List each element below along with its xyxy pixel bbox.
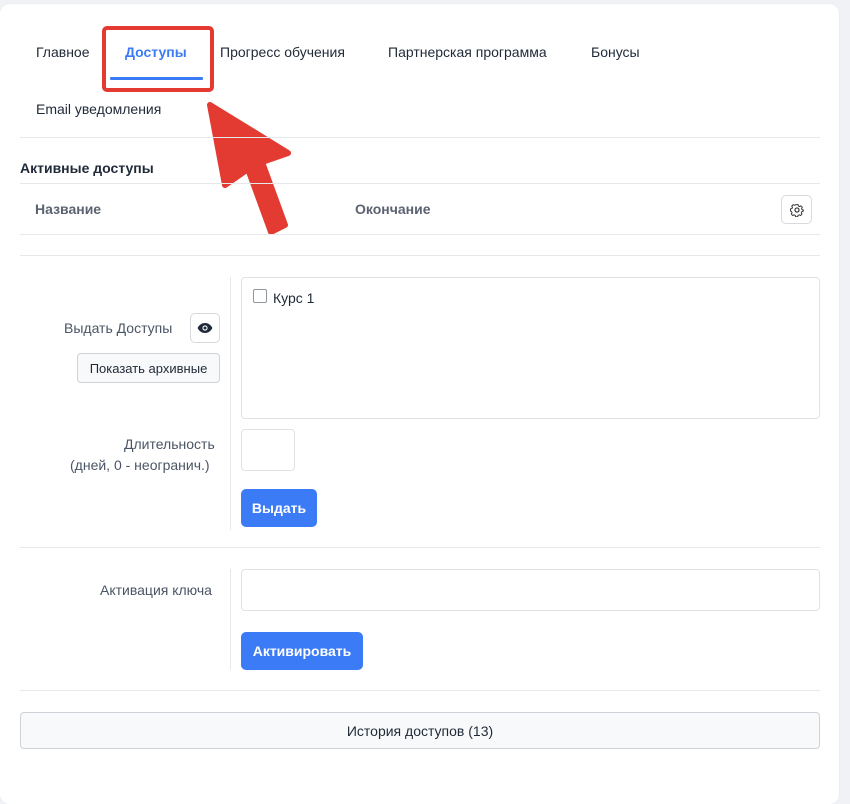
section-title-active-access: Активные доступы: [20, 160, 154, 176]
column-header-name: Название: [35, 201, 102, 217]
duration-input[interactable]: [241, 429, 295, 471]
tab-main[interactable]: Главное: [36, 43, 90, 61]
form-separator: [230, 277, 231, 530]
tab-partner[interactable]: Партнерская программа: [388, 43, 547, 61]
column-header-end: Окончание: [355, 201, 431, 217]
key-activation-label: Активация ключа: [100, 582, 212, 598]
activate-button[interactable]: Активировать: [241, 632, 363, 670]
divider: [20, 234, 820, 235]
tab-progress[interactable]: Прогресс обучения: [220, 43, 345, 61]
tab-email[interactable]: Email уведомления: [36, 100, 161, 118]
divider: [20, 183, 820, 184]
access-history-button[interactable]: История доступов (13): [20, 712, 820, 749]
duration-hint: (дней, 0 - неогранич.): [70, 457, 210, 473]
gear-icon: [789, 203, 804, 217]
highlight-box: [102, 26, 214, 92]
grant-button[interactable]: Выдать: [241, 489, 317, 527]
toggle-visibility-button[interactable]: [190, 313, 220, 343]
course-list: [241, 277, 820, 419]
divider: [20, 547, 820, 548]
eye-icon: [197, 323, 213, 333]
divider: [20, 137, 820, 138]
grant-access-label: Выдать Доступы: [64, 320, 173, 336]
form-separator: [230, 569, 231, 670]
course-checkbox[interactable]: [253, 289, 267, 303]
show-archived-button[interactable]: Показать архивные: [77, 353, 220, 383]
table-settings-button[interactable]: [781, 195, 812, 224]
divider: [20, 255, 820, 256]
duration-label: Длительность: [124, 436, 215, 452]
tab-bonuses[interactable]: Бонусы: [591, 43, 640, 61]
pointer-arrow-icon: [207, 102, 291, 235]
key-input[interactable]: [241, 569, 820, 611]
divider: [20, 690, 820, 691]
course-label: Курс 1: [273, 290, 315, 306]
